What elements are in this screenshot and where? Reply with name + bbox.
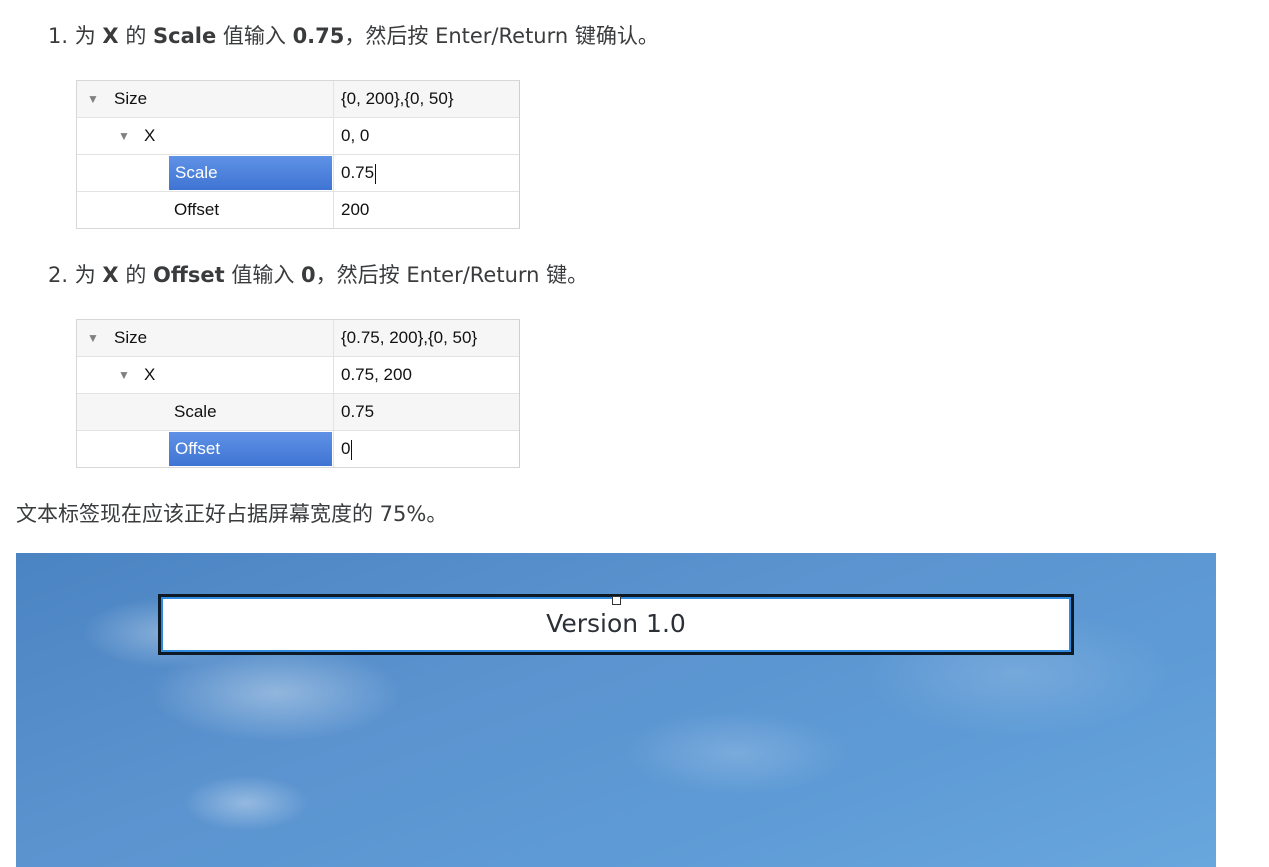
property-row-size[interactable]: ▼ Size {0.75, 200},{0, 50}: [77, 320, 519, 357]
expand-triangle-icon[interactable]: ▼: [118, 118, 130, 154]
property-row-x[interactable]: ▼ X 0, 0: [77, 118, 519, 155]
selection-outline: Version 1.0: [161, 597, 1071, 652]
text-cursor: [375, 163, 377, 184]
property-name: X: [144, 365, 156, 384]
version-text-label: Version 1.0: [163, 599, 1069, 650]
properties-panel-1: ▼ Size {0, 200},{0, 50} ▼ X 0, 0 Scale 0…: [76, 80, 520, 229]
property-row-scale[interactable]: Scale 0.75: [77, 394, 519, 431]
property-row-size[interactable]: ▼ Size {0, 200},{0, 50}: [77, 81, 519, 118]
property-value-input[interactable]: 0: [333, 431, 519, 467]
selected-property-highlight[interactable]: Scale: [169, 156, 332, 190]
expand-triangle-icon[interactable]: ▼: [118, 357, 130, 393]
expand-triangle-icon[interactable]: ▼: [87, 320, 99, 356]
property-name: Offset: [175, 439, 221, 458]
property-row-scale[interactable]: Scale 0.75: [77, 155, 519, 192]
step-2-instruction: 2. 为 X 的 Offset 值输入 0，然后按 Enter/Return 键…: [48, 263, 589, 287]
property-name: Size: [114, 89, 148, 108]
property-value[interactable]: 0.75: [333, 394, 519, 430]
property-row-offset[interactable]: Offset 0: [77, 431, 519, 467]
step-number: 1.: [48, 24, 69, 48]
properties-panel-2: ▼ Size {0.75, 200},{0, 50} ▼ X 0.75, 200…: [76, 319, 520, 468]
property-name: Scale: [174, 402, 217, 421]
step-number: 2.: [48, 263, 69, 287]
property-row-x[interactable]: ▼ X 0.75, 200: [77, 357, 519, 394]
property-value[interactable]: 0.75, 200: [333, 357, 519, 393]
property-name: Size: [114, 328, 148, 347]
property-value-input[interactable]: 0.75: [333, 155, 519, 191]
result-description: 文本标签现在应该正好占据屏幕宽度的 75%。: [16, 502, 448, 526]
game-viewport-preview: Version 1.0: [16, 553, 1216, 867]
property-value[interactable]: 0, 0: [333, 118, 519, 154]
expand-triangle-icon[interactable]: ▼: [87, 81, 99, 117]
property-name: X: [144, 126, 156, 145]
property-value[interactable]: {0.75, 200},{0, 50}: [333, 320, 519, 356]
property-name: Offset: [174, 200, 220, 219]
resize-handle[interactable]: [612, 596, 621, 605]
selected-property-highlight[interactable]: Offset: [169, 432, 332, 466]
property-row-offset[interactable]: Offset 200: [77, 192, 519, 228]
property-value[interactable]: 200: [333, 192, 519, 228]
step-1-instruction: 1. 为 X 的 Scale 值输入 0.75，然后按 Enter/Return…: [48, 24, 659, 48]
property-name: Scale: [175, 163, 218, 182]
text-cursor: [351, 439, 353, 460]
property-value[interactable]: {0, 200},{0, 50}: [333, 81, 519, 117]
